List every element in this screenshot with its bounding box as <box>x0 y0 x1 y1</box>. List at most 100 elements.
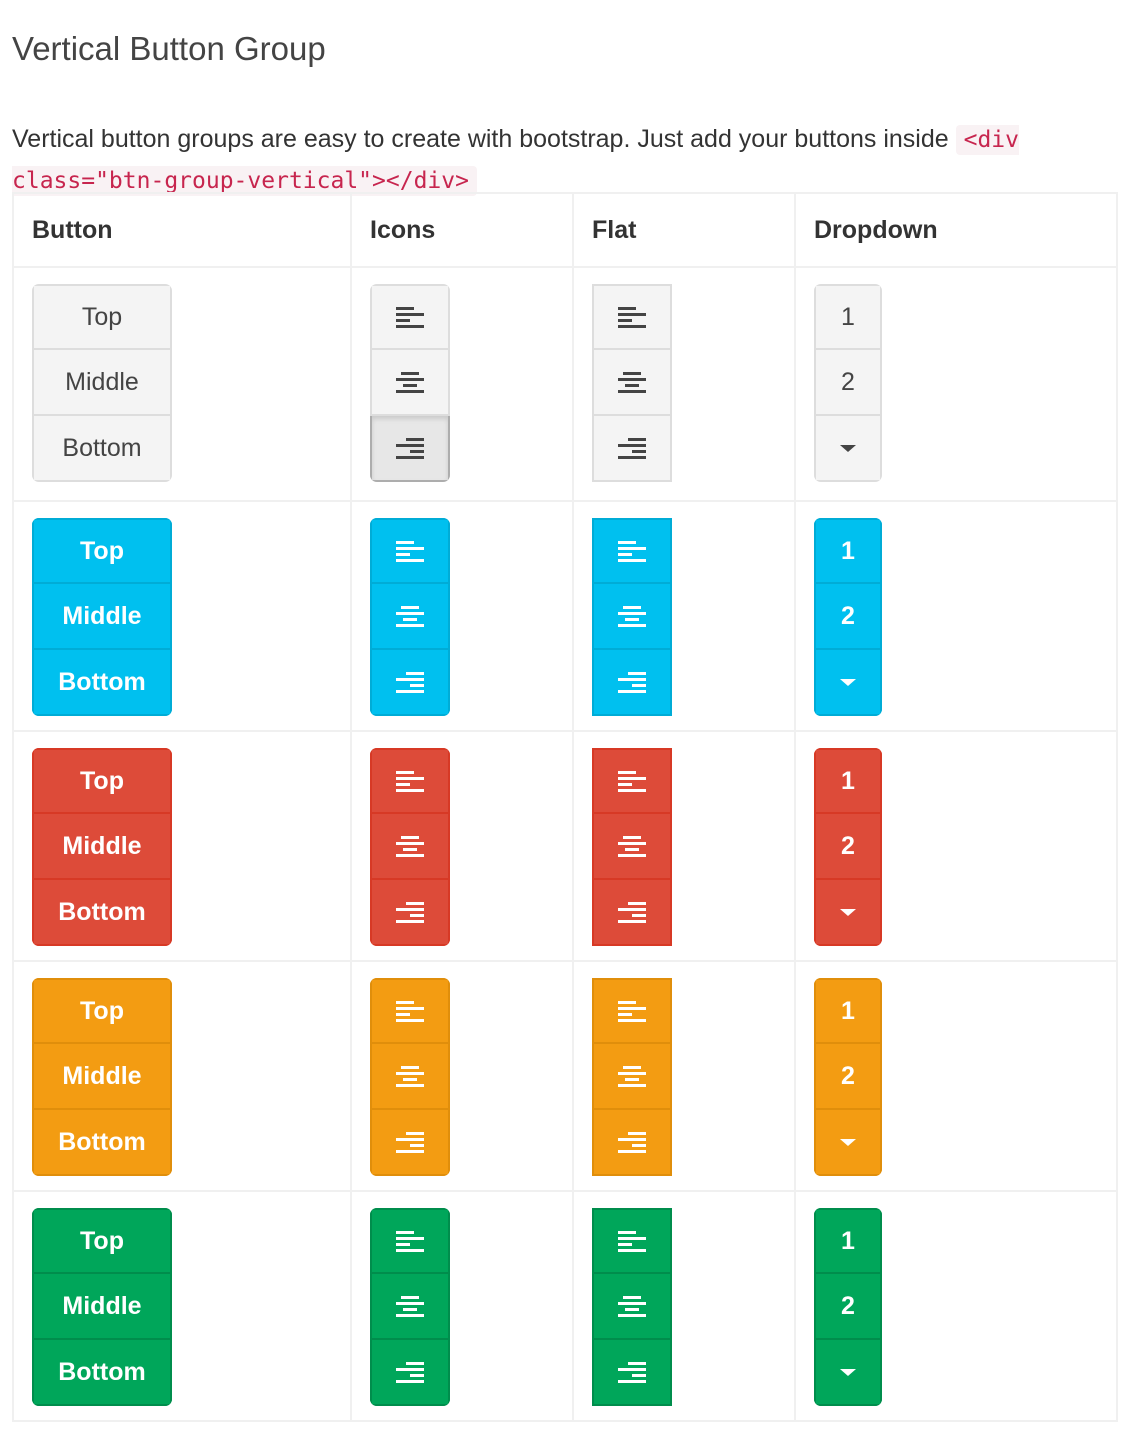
page-description: Vertical button groups are easy to creat… <box>12 119 1092 201</box>
middle-button[interactable]: Middle <box>32 814 172 880</box>
align-center-button[interactable] <box>370 350 450 416</box>
align-center-button[interactable] <box>592 584 672 650</box>
align-right-button[interactable] <box>370 416 450 482</box>
bottom-button[interactable]: Bottom <box>32 1340 172 1406</box>
align-center-button[interactable] <box>370 584 450 650</box>
top-button[interactable]: Top <box>32 748 172 814</box>
caret-down-icon <box>840 1138 856 1146</box>
top-button[interactable]: Top <box>32 518 172 584</box>
vertical-button-group-danger: Top Middle Bottom <box>32 748 172 946</box>
align-left-button[interactable] <box>592 1208 672 1274</box>
align-left-button[interactable] <box>592 748 672 814</box>
dropdown-cell: 12 <box>794 266 1118 502</box>
top-button[interactable]: Top <box>32 978 172 1044</box>
dropdown-toggle-button[interactable] <box>814 880 882 946</box>
dropdown-cell: 12 <box>794 960 1118 1192</box>
align-left-button[interactable] <box>370 284 450 350</box>
align-center-icon <box>396 1296 424 1317</box>
icons-cell <box>350 960 574 1192</box>
button-2[interactable]: 2 <box>814 584 882 650</box>
align-left-icon <box>396 771 424 792</box>
align-right-button[interactable] <box>592 650 672 716</box>
top-button[interactable]: Top <box>32 1208 172 1274</box>
middle-button[interactable]: Middle <box>32 350 172 416</box>
align-center-icon <box>396 372 424 393</box>
align-left-button[interactable] <box>370 518 450 584</box>
align-right-icon <box>618 1132 646 1153</box>
bottom-button[interactable]: Bottom <box>32 416 172 482</box>
middle-button[interactable]: Middle <box>32 584 172 650</box>
align-right-icon <box>396 902 424 923</box>
button-1[interactable]: 1 <box>814 748 882 814</box>
align-left-icon <box>396 541 424 562</box>
align-right-icon <box>618 1362 646 1383</box>
align-center-button[interactable] <box>592 1274 672 1340</box>
page-title: Vertical Button Group <box>12 30 326 68</box>
button-2[interactable]: 2 <box>814 1044 882 1110</box>
dropdown-button-group-default: 12 <box>814 284 882 482</box>
dropdown-cell: 12 <box>794 500 1118 732</box>
button-1[interactable]: 1 <box>814 978 882 1044</box>
align-left-button[interactable] <box>370 1208 450 1274</box>
align-left-button[interactable] <box>370 748 450 814</box>
align-left-button[interactable] <box>592 518 672 584</box>
align-right-button[interactable] <box>370 1110 450 1176</box>
icons-button-group-default <box>370 284 450 482</box>
button-2[interactable]: 2 <box>814 1274 882 1340</box>
align-right-button[interactable] <box>370 650 450 716</box>
caret-down-icon <box>840 678 856 686</box>
flat-cell <box>572 266 796 502</box>
dropdown-toggle-button[interactable] <box>814 1110 882 1176</box>
align-right-icon <box>396 1362 424 1383</box>
align-left-button[interactable] <box>592 978 672 1044</box>
button-cell: Top Middle Bottom <box>12 960 352 1192</box>
flat-button-group-success <box>592 1208 672 1406</box>
align-right-button[interactable] <box>592 1340 672 1406</box>
align-center-button[interactable] <box>592 1044 672 1110</box>
align-left-button[interactable] <box>592 284 672 350</box>
dropdown-toggle-button[interactable] <box>814 1340 882 1406</box>
bottom-button[interactable]: Bottom <box>32 880 172 946</box>
align-right-icon <box>396 672 424 693</box>
align-center-button[interactable] <box>592 814 672 880</box>
vertical-button-group-warning: Top Middle Bottom <box>32 978 172 1176</box>
vertical-button-group-success: Top Middle Bottom <box>32 1208 172 1406</box>
flat-cell <box>572 730 796 962</box>
bottom-button[interactable]: Bottom <box>32 650 172 716</box>
dropdown-button-group-warning: 12 <box>814 978 882 1176</box>
dropdown-toggle-button[interactable] <box>814 650 882 716</box>
flat-cell <box>572 960 796 1192</box>
bottom-button[interactable]: Bottom <box>32 1110 172 1176</box>
middle-button[interactable]: Middle <box>32 1044 172 1110</box>
button-2[interactable]: 2 <box>814 814 882 880</box>
align-right-button[interactable] <box>370 1340 450 1406</box>
icons-cell <box>350 1190 574 1422</box>
vertical-button-group-default: Top Middle Bottom <box>32 284 172 482</box>
flat-button-group-info <box>592 518 672 716</box>
icons-button-group-warning <box>370 978 450 1176</box>
align-left-icon <box>618 307 646 328</box>
icons-button-group-info <box>370 518 450 716</box>
flat-button-group-default <box>592 284 672 482</box>
align-right-button[interactable] <box>370 880 450 946</box>
header-button: Button <box>12 192 352 268</box>
align-center-button[interactable] <box>370 814 450 880</box>
button-1[interactable]: 1 <box>814 1208 882 1274</box>
align-center-button[interactable] <box>370 1044 450 1110</box>
button-cell: Top Middle Bottom <box>12 730 352 962</box>
align-center-button[interactable] <box>370 1274 450 1340</box>
align-right-icon <box>618 438 646 459</box>
middle-button[interactable]: Middle <box>32 1274 172 1340</box>
icons-cell <box>350 730 574 962</box>
align-left-icon <box>618 1001 646 1022</box>
button-1[interactable]: 1 <box>814 518 882 584</box>
top-button[interactable]: Top <box>32 284 172 350</box>
align-center-button[interactable] <box>592 350 672 416</box>
align-left-button[interactable] <box>370 978 450 1044</box>
button-2[interactable]: 2 <box>814 350 882 416</box>
dropdown-toggle-button[interactable] <box>814 416 882 482</box>
align-right-button[interactable] <box>592 416 672 482</box>
align-right-button[interactable] <box>592 880 672 946</box>
align-right-button[interactable] <box>592 1110 672 1176</box>
button-1[interactable]: 1 <box>814 284 882 350</box>
